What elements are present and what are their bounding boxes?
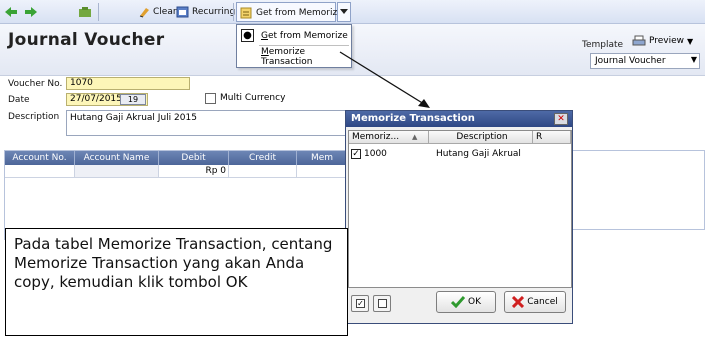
grid-cell[interactable]	[5, 165, 75, 178]
grid-cell[interactable]	[229, 165, 297, 178]
eraser-icon	[139, 8, 149, 18]
page-title: Journal Voucher	[8, 30, 165, 50]
column-header[interactable]: Credit	[229, 151, 297, 165]
multi-currency-checkbox[interactable]	[205, 93, 216, 104]
grid-cell[interactable]	[75, 165, 159, 178]
column-header[interactable]: Account Name	[75, 151, 159, 165]
memo-icon	[240, 7, 252, 19]
multi-currency-label: Multi Currency	[220, 93, 286, 103]
memorize-description[interactable]: Hutang Gaji Akrual	[436, 149, 521, 159]
toolbar: Clear Recurring Get from Memorize	[0, 0, 705, 24]
column-header[interactable]: Description	[429, 131, 533, 144]
clear-label: Clear	[153, 7, 177, 17]
menu-item-get-from-memorize[interactable]: ● Get from Memorize	[237, 27, 351, 45]
voucher-no-input[interactable]: 1070	[66, 77, 190, 90]
memorize-transaction-dialog: Memorize Transaction ✕ Memoriz... ▲ Desc…	[345, 110, 573, 324]
chevron-down-icon: ▼	[690, 55, 697, 64]
get-from-memorize-button[interactable]: Get from Memorize	[236, 2, 343, 22]
ok-button[interactable]: OK	[436, 291, 496, 313]
check-icon: ✓	[356, 299, 365, 308]
grid-header: Account No. Account Name Debit Credit Me…	[5, 151, 348, 165]
dialog-title: Memorize Transaction	[346, 111, 572, 127]
template-label: Template	[582, 40, 624, 50]
column-header[interactable]: Mem	[297, 151, 348, 165]
calendar-icon	[176, 6, 189, 18]
cross-icon	[512, 296, 525, 308]
chevron-down-icon	[340, 9, 348, 14]
selected-bullet-icon: ●	[241, 29, 254, 42]
memorize-list: Memoriz... ▲ Description R ✓ 1000 Hutang…	[348, 130, 572, 288]
preview-label: Preview	[649, 36, 685, 46]
cancel-label: Cancel	[527, 297, 558, 307]
back-arrow-icon[interactable]	[4, 4, 18, 20]
preview-chevron-icon: ▼	[687, 36, 694, 46]
column-header-label: Memoriz...	[352, 132, 400, 142]
description-label: Description	[8, 112, 60, 122]
description-input[interactable]: Hutang Gaji Akrual Juli 2015	[66, 110, 348, 136]
memorize-id[interactable]: 1000	[364, 149, 387, 159]
toolbar-separator	[98, 3, 99, 21]
menu-item-label: Get from Memorize	[261, 31, 348, 41]
get-from-memorize-dropdown[interactable]	[337, 2, 351, 22]
check-all-button[interactable]: ✓	[351, 295, 369, 312]
printer-icon	[632, 35, 646, 46]
tool-icon[interactable]	[78, 4, 92, 20]
empty-box-icon	[378, 299, 387, 308]
checkmark-icon	[451, 296, 465, 308]
row-checkbox[interactable]: ✓	[351, 149, 361, 159]
grid-right-pane	[570, 150, 705, 230]
forward-arrow-icon[interactable]	[24, 4, 38, 20]
close-icon[interactable]: ✕	[554, 113, 568, 125]
grid-cell-debit[interactable]: Rp 0	[159, 165, 229, 178]
date-label: Date	[8, 95, 30, 105]
clear-button[interactable]: Clear	[138, 4, 177, 20]
ok-label: OK	[468, 297, 481, 307]
toolbar-separator	[233, 3, 234, 21]
menu-item-memorize-transaction[interactable]: Memorize Transaction	[237, 47, 351, 67]
column-header[interactable]: Debit	[159, 151, 229, 165]
journal-grid: Account No. Account Name Debit Credit Me…	[4, 150, 349, 240]
column-header[interactable]: R	[533, 131, 571, 144]
recurring-label: Recurring	[192, 7, 236, 17]
menu-divider	[259, 45, 349, 46]
get-from-memorize-label: Get from Memorize	[256, 8, 343, 18]
template-value: Journal Voucher	[595, 56, 666, 66]
voucher-no-label: Voucher No.	[8, 79, 63, 89]
get-from-memorize-inner: Get from Memorize	[240, 5, 343, 21]
cancel-button[interactable]: Cancel	[504, 291, 566, 313]
memorize-dropdown-menu: ● Get from Memorize Memorize Transaction	[236, 24, 352, 68]
template-select[interactable]: Journal Voucher ▼	[590, 53, 700, 69]
grid-cell[interactable]	[297, 165, 348, 178]
sort-arrow-icon: ▲	[411, 133, 418, 141]
preview-button[interactable]: Preview ▼	[632, 35, 693, 47]
column-header[interactable]: Memoriz... ▲	[349, 131, 429, 144]
uncheck-all-button[interactable]	[373, 295, 391, 312]
calendar-button[interactable]: 19	[120, 94, 146, 105]
instruction-note: Pada tabel Memorize Transaction, centang…	[5, 228, 348, 336]
menu-item-label: Memorize Transaction	[261, 47, 313, 67]
column-header[interactable]: Account No.	[5, 151, 75, 165]
recurring-button[interactable]: Recurring	[176, 4, 235, 20]
